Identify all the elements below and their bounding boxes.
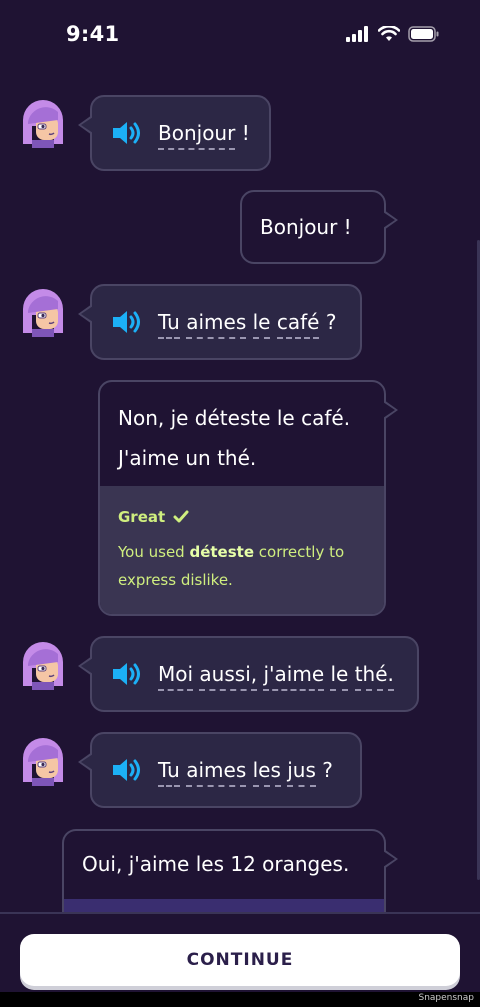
word[interactable]: jus (287, 758, 316, 787)
character-message: Bonjour ! (78, 95, 271, 171)
word[interactable]: le (330, 662, 349, 691)
message-text: Tu aimes le café ? (158, 310, 337, 339)
speaker-icon[interactable] (110, 757, 142, 783)
character-message: Tu aimes les jus ? (78, 732, 362, 808)
wifi-icon (378, 26, 400, 41)
speaker-icon[interactable] (110, 661, 142, 687)
character-message: Moi aussi, j'aime le thé. (78, 636, 419, 712)
status-bar: 9:41 (0, 0, 480, 72)
bottom-bar: CONTINUE (0, 912, 480, 994)
message-text: Bonjour ! (158, 121, 250, 150)
continue-button[interactable]: CONTINUE (20, 934, 460, 986)
user-message: Bonjour ! (240, 190, 398, 264)
feedback-text: correctly to (254, 543, 345, 561)
character-message: Tu aimes le café ? (78, 284, 362, 360)
response-line: J'aime un thé. (118, 446, 257, 470)
status-time: 9:41 (66, 22, 120, 46)
message-text: Tu aimes les jus ? (158, 758, 333, 787)
word[interactable]: aimes (186, 310, 247, 339)
character-avatar (23, 100, 63, 148)
word[interactable]: les (252, 758, 281, 787)
word[interactable]: j'aime (263, 662, 325, 691)
message-text: Bonjour ! (260, 215, 352, 239)
watermark-text: Snapensnap (418, 993, 474, 1003)
feedback-text: You used (118, 543, 190, 561)
word[interactable]: aimes (186, 758, 247, 787)
message-text: Oui, j'aime les 12 oranges. (82, 852, 350, 876)
feedback-panel: Great You used déteste correctly to expr… (100, 486, 384, 614)
user-response-card: Non, je déteste le café. J'aime un thé. … (98, 380, 398, 616)
speaker-icon[interactable] (110, 309, 142, 335)
character-avatar (23, 738, 63, 786)
word[interactable]: Tu (158, 310, 180, 339)
word: ? (322, 758, 333, 782)
word[interactable]: Tu (158, 758, 180, 787)
speaker-icon[interactable] (110, 120, 142, 146)
word[interactable]: Moi (158, 662, 194, 691)
response-text: Non, je déteste le café. J'aime un thé. (100, 382, 384, 486)
word[interactable]: aussi, (199, 662, 258, 691)
word[interactable]: Bonjour (158, 121, 236, 150)
battery-icon (408, 26, 439, 42)
user-response-card: Oui, j'aime les 12 oranges. (62, 829, 398, 915)
word[interactable]: le (252, 310, 271, 339)
response-line: Non, je déteste le café. (118, 406, 351, 430)
character-avatar (23, 289, 63, 337)
feedback-text: express dislike. (118, 571, 233, 589)
word[interactable]: café (276, 310, 320, 339)
signal-icon (346, 26, 368, 42)
feedback-highlight: déteste (189, 543, 254, 561)
check-icon (173, 510, 189, 523)
word[interactable]: thé. (354, 662, 394, 691)
status-icons (346, 26, 440, 42)
character-avatar (23, 642, 63, 690)
word: ! (241, 121, 250, 145)
feedback-title-text: Great (118, 508, 166, 526)
word: ? (325, 310, 337, 334)
feedback-body: You used déteste correctly to express di… (118, 538, 366, 594)
watermark: Snapensnap (0, 992, 480, 1007)
feedback-title: Great (118, 508, 366, 526)
message-text: Moi aussi, j'aime le thé. (158, 662, 394, 691)
